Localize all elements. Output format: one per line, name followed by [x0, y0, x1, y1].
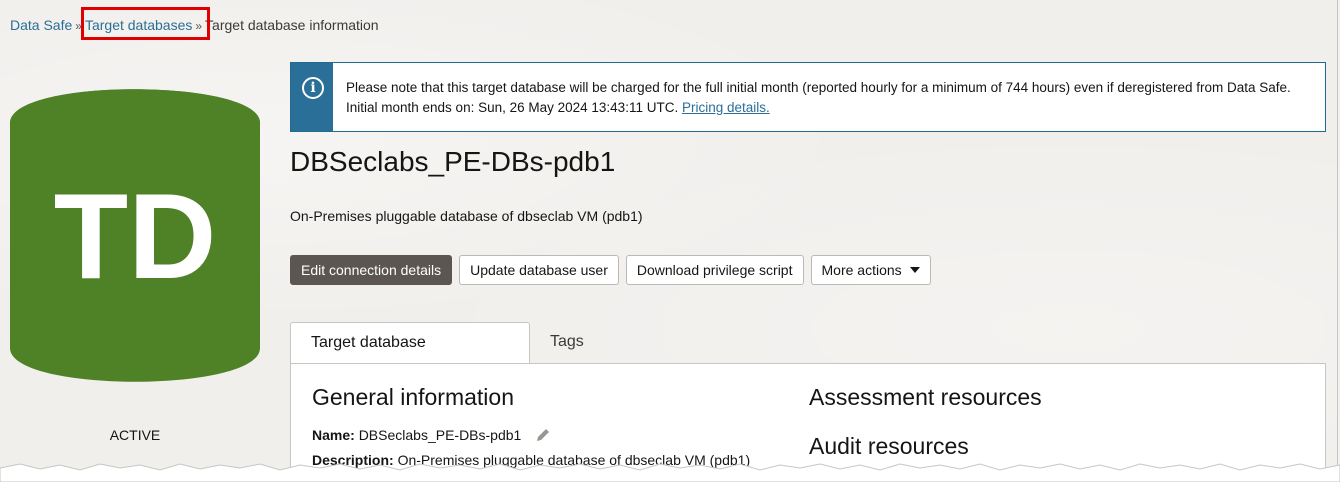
assessment-resources-heading: Assessment resources [809, 384, 1042, 410]
name-value: DBSeclabs_PE-DBs-pdb1 [358, 427, 522, 444]
edit-name-pencil-icon[interactable] [535, 427, 551, 446]
target-database-avatar: TD [10, 68, 260, 403]
pricing-details-link[interactable]: Pricing details. [682, 100, 770, 115]
callout-highlight-box [81, 7, 210, 40]
name-field: Name: DBSeclabs_PE-DBs-pdb1 [312, 427, 750, 446]
breadcrumb-current: Target database information [205, 17, 379, 33]
resources-section: Assessment resources Audit resources [809, 384, 1042, 460]
banner-accent-strip: i [291, 63, 333, 131]
update-database-user-button[interactable]: Update database user [459, 255, 619, 285]
action-bar: Edit connection details Update database … [290, 255, 931, 285]
tab-target-database-information[interactable]: Target database information [290, 322, 530, 391]
edit-connection-details-button[interactable]: Edit connection details [290, 255, 453, 285]
general-information-heading: General information [312, 384, 514, 410]
banner-message-text: Please note that this target database wi… [346, 80, 1291, 115]
avatar-initials: TD [53, 168, 217, 304]
banner-message: Please note that this target database wi… [346, 78, 1316, 118]
name-label: Name: [312, 427, 355, 444]
lifecycle-status: ACTIVE [109, 427, 161, 443]
caret-down-icon [909, 267, 920, 274]
info-banner: i Please note that this target database … [290, 62, 1326, 132]
page-title: DBSeclabs_PE-DBs-pdb1 [290, 146, 616, 177]
info-icon: i [302, 77, 324, 99]
more-actions-button[interactable]: More actions [810, 255, 931, 285]
page-frame: Data Safe» Target databases» Target databa… [0, 0, 1338, 473]
tab-panel: General information Name: DBSeclabs_PE-D… [290, 363, 1326, 473]
more-actions-label: More actions [821, 262, 902, 278]
general-information-section: General information Name: DBSeclabs_PE-D… [312, 384, 750, 468]
download-privilege-script-button[interactable]: Download privilege script [625, 255, 804, 285]
tab-tags[interactable]: Tags [530, 322, 604, 364]
torn-edge [0, 463, 1340, 482]
page-subtitle: On-Premises pluggable database of dbsecl… [290, 208, 643, 224]
audit-resources-heading: Audit resources [809, 433, 969, 459]
breadcrumb-data-safe[interactable]: Data Safe [10, 17, 72, 33]
